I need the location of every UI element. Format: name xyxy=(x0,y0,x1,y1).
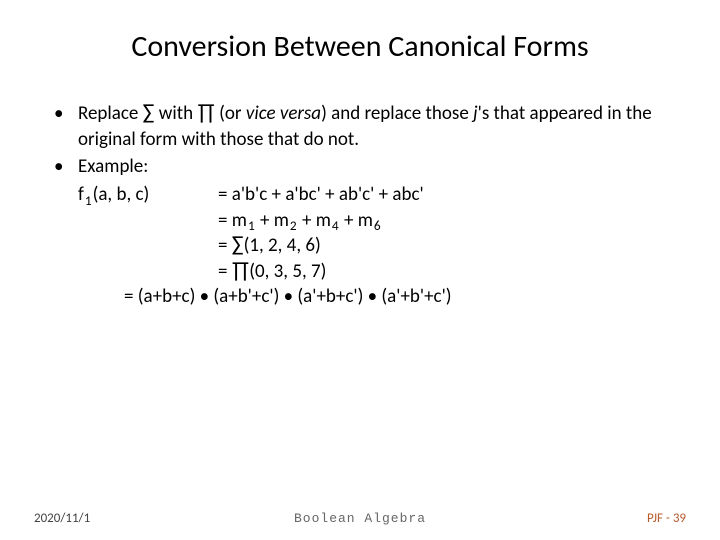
l2s3: 4 xyxy=(331,217,340,234)
bullet-2: • Example: xyxy=(50,154,670,180)
prod-symbol: ∏ xyxy=(197,98,214,125)
l3a: = xyxy=(218,234,232,257)
sum-symbol: ∑ xyxy=(143,98,155,125)
l4a: = xyxy=(218,260,232,283)
func-label: f1(a, b, c) xyxy=(78,182,218,208)
prod-symbol: ∏ xyxy=(232,256,249,283)
eq-line-3: = ∑(1, 2, 4, 6) xyxy=(78,233,670,259)
slide-body: • Replace ∑ with ∏ (or vice versa) and r… xyxy=(0,101,720,310)
func-name: f xyxy=(78,183,84,206)
l2s1: 1 xyxy=(247,217,256,234)
l2b: + m xyxy=(256,209,289,232)
eq-line-1: f1(a, b, c) = a'b'c + a'bc' + ab'c' + ab… xyxy=(78,182,670,208)
bullet-2-text: Example: xyxy=(78,154,670,180)
footer-title: Boolean Algebra xyxy=(294,511,426,526)
b1-pre: Replace xyxy=(78,102,143,125)
example-block: f1(a, b, c) = a'b'c + a'bc' + ab'c' + ab… xyxy=(50,182,670,310)
b1-mid3: ) and replace those xyxy=(321,102,473,125)
bullet-marker: • xyxy=(50,154,78,180)
eq5-rhs: = (a+b+c) • (a+b'+c') • (a'+b+c') • (a'+… xyxy=(124,284,452,310)
l2s4: 6 xyxy=(373,217,382,234)
slide-footer: 2020/11/1 Boolean Algebra PJF - 39 xyxy=(0,511,720,526)
l4b: (0, 3, 5, 7) xyxy=(249,260,326,283)
vice-versa: vice versa xyxy=(246,102,321,125)
l2d: + m xyxy=(340,209,373,232)
func-sub: 1 xyxy=(84,192,93,209)
bullet-1: • Replace ∑ with ∏ (or vice versa) and r… xyxy=(50,101,670,152)
footer-page: PJF - 39 xyxy=(647,511,686,526)
eq-line-5: = (a+b+c) • (a+b'+c') • (a'+b+c') • (a'+… xyxy=(78,284,670,310)
sum-symbol: ∑ xyxy=(232,230,244,257)
b1-mid1: with xyxy=(155,102,198,125)
eq-line-4: = ∏(0, 3, 5, 7) xyxy=(78,259,670,285)
l2c: + m xyxy=(298,209,331,232)
l2s2: 2 xyxy=(289,217,298,234)
footer-date: 2020/11/1 xyxy=(34,511,90,526)
func-args: (a, b, c) xyxy=(93,183,150,206)
l3b: (1, 2, 4, 6) xyxy=(244,234,321,257)
eq1-rhs: = a'b'c + a'bc' + ab'c' + abc' xyxy=(218,182,424,208)
slide-title: Conversion Between Canonical Forms xyxy=(0,0,720,101)
bullet-1-text: Replace ∑ with ∏ (or vice versa) and rep… xyxy=(78,101,670,152)
l2a: = m xyxy=(218,209,247,232)
bullet-marker: • xyxy=(50,101,78,127)
eq4-rhs: = ∏(0, 3, 5, 7) xyxy=(218,259,326,285)
b1-mid2: (or xyxy=(215,102,246,125)
eq-line-2: = m1 + m2 + m4 + m6 xyxy=(78,208,670,234)
